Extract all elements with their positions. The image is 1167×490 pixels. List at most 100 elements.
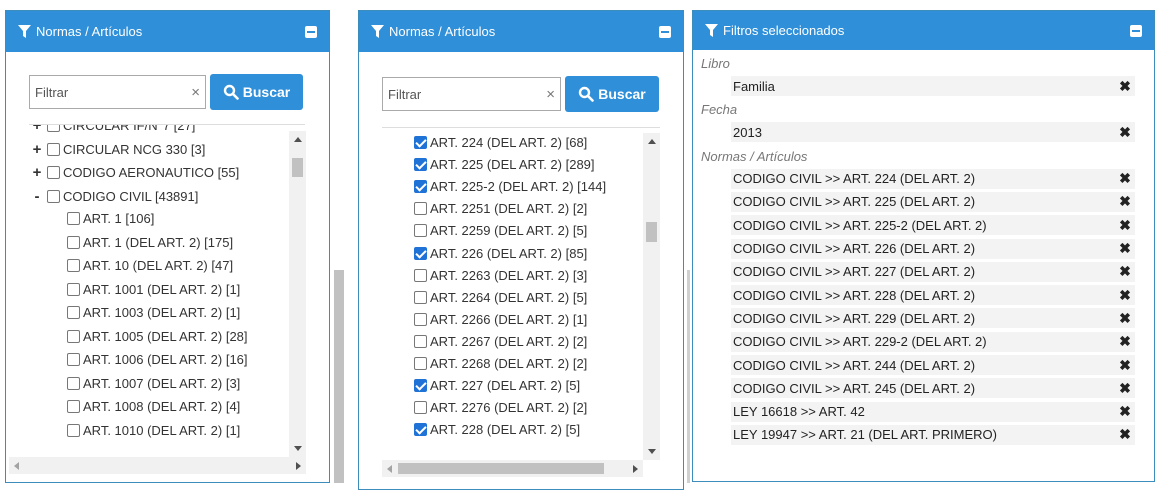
checkbox[interactable] <box>414 290 427 304</box>
tree-node-leaf[interactable]: ART. 1006 (DEL ART. 2) [16] <box>67 352 248 367</box>
tree-node-parent[interactable]: + CODIGO AERONAUTICO [55] <box>31 164 240 181</box>
checkbox[interactable] <box>414 136 427 149</box>
tree-node-leaf[interactable]: ART. 1007 (DEL ART. 2) [3] <box>67 376 240 391</box>
tree-node-leaf[interactable]: ART. 228 (DEL ART. 2) [5] <box>414 422 580 437</box>
buscar-button[interactable]: Buscar <box>565 76 659 112</box>
scroll-thumb[interactable] <box>646 222 657 242</box>
scroll-up-arrow[interactable] <box>294 137 302 142</box>
remove-icon[interactable]: ✖ <box>1115 124 1135 141</box>
tree-node-leaf[interactable]: ART. 227 (DEL ART. 2) [5] <box>414 378 580 393</box>
remove-icon[interactable]: ✖ <box>1115 310 1135 327</box>
filter-input[interactable]: Filtrar × <box>382 77 561 111</box>
page-scrollbar-thumb[interactable] <box>687 270 690 483</box>
checkbox[interactable] <box>414 357 427 370</box>
tree-node-leaf[interactable]: ART. 1 (DEL ART. 2) [175] <box>67 235 233 250</box>
checkbox[interactable] <box>67 212 80 225</box>
collapse-button[interactable] <box>305 25 317 38</box>
tree-node-leaf[interactable]: ART. 1001 (DEL ART. 2) [1] <box>67 282 240 297</box>
scroll-left-arrow[interactable] <box>387 465 392 473</box>
vertical-scrollbar[interactable] <box>289 131 306 457</box>
checkbox[interactable] <box>47 166 60 179</box>
checkbox[interactable] <box>67 259 80 272</box>
collapse-icon[interactable]: - <box>31 188 43 205</box>
tree-node-leaf[interactable]: ART. 225-2 (DEL ART. 2) [144] <box>414 179 606 194</box>
scroll-thumb[interactable] <box>398 463 604 474</box>
checkbox[interactable] <box>67 306 80 319</box>
remove-icon[interactable]: ✖ <box>1115 240 1135 257</box>
tree-node-leaf[interactable]: ART. 1005 (DEL ART. 2) [28] <box>67 329 248 344</box>
checkbox[interactable] <box>414 268 427 282</box>
checkbox[interactable] <box>67 282 80 296</box>
scroll-thumb[interactable] <box>292 158 303 177</box>
tree-node-leaf[interactable]: ART. 1010 (DEL ART. 2) [1] <box>67 423 240 438</box>
tree-node-leaf[interactable]: ART. 2259 (DEL ART. 2) [5] <box>414 223 587 238</box>
horizontal-scrollbar[interactable] <box>9 457 306 474</box>
checkbox[interactable] <box>414 334 427 348</box>
checkbox[interactable] <box>414 423 427 437</box>
remove-icon[interactable]: ✖ <box>1115 380 1135 397</box>
checkbox[interactable] <box>47 142 60 156</box>
collapse-button[interactable] <box>659 25 671 38</box>
remove-icon[interactable]: ✖ <box>1115 426 1135 443</box>
expand-icon[interactable]: + <box>31 164 43 181</box>
checkbox[interactable] <box>414 224 427 238</box>
checkbox[interactable] <box>47 125 60 132</box>
checkbox[interactable] <box>414 180 427 194</box>
tree-node-leaf[interactable]: ART. 2266 (DEL ART. 2) [1] <box>414 312 587 327</box>
remove-icon[interactable]: ✖ <box>1115 193 1135 210</box>
tree-node-leaf[interactable]: ART. 2251 (DEL ART. 2) [2] <box>414 201 587 216</box>
tree-node-leaf[interactable]: ART. 2276 (DEL ART. 2) [2] <box>414 400 587 415</box>
remove-icon[interactable]: ✖ <box>1115 333 1135 350</box>
remove-icon[interactable]: ✖ <box>1115 78 1135 95</box>
tree-node-leaf[interactable]: ART. 2268 (DEL ART. 2) [2] <box>414 356 587 371</box>
tree-node-parent[interactable]: + CIRCULAR IF/N°7 [27] <box>31 125 195 134</box>
checkbox[interactable] <box>67 329 80 343</box>
tree-node-leaf[interactable]: ART. 226 (DEL ART. 2) [85] <box>414 246 587 261</box>
tree-node-parent[interactable]: - CODIGO CIVIL [43891] <box>31 188 199 205</box>
tree-node-leaf[interactable]: ART. 2264 (DEL ART. 2) [5] <box>414 290 587 305</box>
checkbox[interactable] <box>414 379 427 393</box>
scroll-up-arrow[interactable] <box>648 139 656 144</box>
filter-input[interactable]: Filtrar × <box>29 75 206 109</box>
checkbox[interactable] <box>414 246 427 260</box>
tree-node-leaf[interactable]: ART. 225 (DEL ART. 2) [289] <box>414 157 595 172</box>
tree-node-leaf[interactable]: ART. 224 (DEL ART. 2) [68] <box>414 135 587 150</box>
checkbox[interactable] <box>67 423 80 437</box>
page-scrollbar-thumb[interactable] <box>334 270 344 483</box>
expand-icon[interactable]: + <box>31 141 43 158</box>
checkbox[interactable] <box>67 400 80 413</box>
remove-icon[interactable]: ✖ <box>1115 217 1135 234</box>
scroll-down-arrow[interactable] <box>648 449 656 454</box>
expand-icon[interactable]: + <box>31 125 43 134</box>
checkbox[interactable] <box>414 158 427 172</box>
remove-icon[interactable]: ✖ <box>1115 403 1135 420</box>
buscar-button[interactable]: Buscar <box>210 74 303 110</box>
scroll-right-arrow[interactable] <box>296 462 301 470</box>
checkbox[interactable] <box>414 312 427 326</box>
tree-node-parent[interactable]: + CIRCULAR NCG 330 [3] <box>31 141 206 158</box>
collapse-button[interactable] <box>1130 24 1142 37</box>
tree-node-leaf[interactable]: ART. 2267 (DEL ART. 2) [2] <box>414 334 587 349</box>
remove-icon[interactable]: ✖ <box>1115 170 1135 187</box>
tree-node-leaf[interactable]: ART. 10 (DEL ART. 2) [47] <box>67 258 233 273</box>
horizontal-scrollbar[interactable] <box>382 460 643 477</box>
tree-node-leaf[interactable]: ART. 2263 (DEL ART. 2) [3] <box>414 268 587 283</box>
checkbox[interactable] <box>67 235 80 249</box>
clear-icon[interactable]: × <box>546 86 555 103</box>
tree-node-leaf[interactable]: ART. 1 [106] <box>67 211 154 226</box>
checkbox[interactable] <box>414 401 427 415</box>
checkbox[interactable] <box>67 353 80 366</box>
clear-icon[interactable]: × <box>191 84 200 101</box>
scroll-right-arrow[interactable] <box>633 465 638 473</box>
checkbox[interactable] <box>67 376 80 390</box>
checkbox[interactable] <box>414 202 427 216</box>
vertical-scrollbar[interactable] <box>643 133 660 460</box>
remove-icon[interactable]: ✖ <box>1115 357 1135 374</box>
remove-icon[interactable]: ✖ <box>1115 287 1135 304</box>
tree-node-leaf[interactable]: ART. 1003 (DEL ART. 2) [1] <box>67 305 240 320</box>
remove-icon[interactable]: ✖ <box>1115 263 1135 280</box>
tree-node-leaf[interactable]: ART. 1008 (DEL ART. 2) [4] <box>67 399 240 414</box>
scroll-down-arrow[interactable] <box>294 446 302 451</box>
checkbox[interactable] <box>47 189 60 203</box>
scroll-left-arrow[interactable] <box>14 462 19 470</box>
